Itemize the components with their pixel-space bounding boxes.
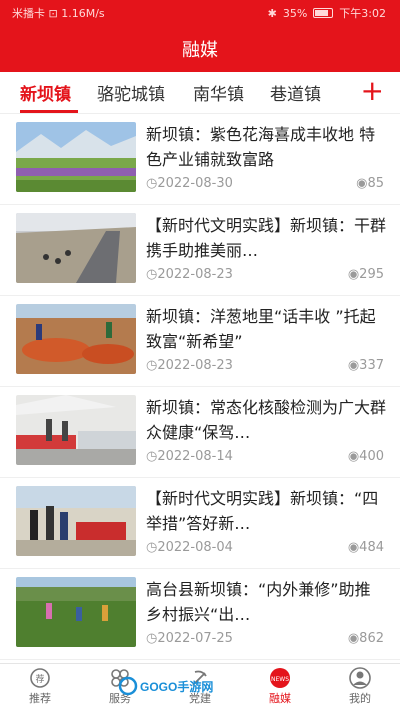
article-date: 2022-08-30: [157, 176, 233, 191]
tab-xinbazhen[interactable]: 新坝镇: [20, 80, 71, 105]
carrier-network: 米播卡 ⊡ 1.16M/s: [12, 7, 105, 20]
svg-text:NEWS: NEWS: [271, 676, 289, 683]
article-views: 295: [359, 267, 384, 282]
clock-icon: ◷: [146, 176, 158, 191]
article-item[interactable]: 【新时代文明实践】新坝镇：干群携手助推美丽… ◷2022-08-23 ◉295: [0, 205, 400, 296]
article-date: 2022-08-04: [157, 540, 233, 555]
article-date: 2022-08-14: [157, 449, 233, 464]
article-views: 400: [359, 449, 384, 464]
article-views: 337: [359, 358, 384, 373]
profile-icon: [349, 667, 371, 689]
article-date: 2022-07-25: [157, 631, 233, 646]
article-item[interactable]: 新坝镇：紫色花海喜成丰收地 特色产业铺就致富路 ◷2022-08-30 ◉85: [0, 114, 400, 205]
recommend-icon: 荐: [30, 668, 50, 688]
article-date: 2022-08-23: [157, 267, 233, 282]
article-thumbnail: [16, 304, 136, 374]
article-date: 2022-08-23: [157, 358, 233, 373]
article-thumbnail: [16, 577, 136, 647]
clock-icon: ◷: [146, 358, 158, 373]
page-title: 融媒: [182, 40, 218, 61]
article-views: 85: [367, 176, 384, 191]
active-tab-indicator: [20, 110, 78, 113]
nav-label: 推荐: [29, 692, 51, 705]
eye-icon: ◉: [347, 267, 360, 282]
article-thumbnail: [16, 213, 136, 283]
article-thumbnail: [16, 122, 136, 192]
clock: 下午3:02: [339, 7, 386, 20]
article-item[interactable]: 【新时代文明实践】新坝镇：“四举措”答好新… ◷2022-08-04 ◉484: [0, 478, 400, 569]
eye-icon: ◉: [347, 449, 360, 464]
eye-icon: ◉: [356, 176, 368, 191]
clock-icon: ◷: [146, 540, 158, 555]
nav-recommend[interactable]: 荐 推荐: [5, 666, 75, 706]
bluetooth-icon: ✱: [267, 6, 277, 20]
app-header: 米播卡 ⊡ 1.16M/s ✱ 35% 下午3:02 融媒: [0, 0, 400, 72]
eye-icon: ◉: [347, 540, 360, 555]
eye-icon: ◉: [347, 631, 360, 646]
nav-profile[interactable]: 我的: [325, 666, 395, 706]
status-bar: 米播卡 ⊡ 1.16M/s ✱ 35% 下午3:02: [0, 0, 400, 24]
nav-label: 融媒: [269, 692, 291, 705]
article-title: 【新时代文明实践】新坝镇：干群携手助推美丽…: [146, 216, 386, 260]
nav-label: 我的: [349, 692, 371, 705]
eye-icon: ◉: [347, 358, 360, 373]
clock-icon: ◷: [146, 267, 158, 282]
article-item[interactable]: 高台县新坝镇：“内外兼修”助推乡村振兴“出… ◷2022-07-25 ◉862: [0, 569, 400, 660]
article-item[interactable]: 新坝镇：洋葱地里“话丰收 ”托起致富“新希望” ◷2022-08-23 ◉337: [0, 296, 400, 387]
watermark-logo: GOGO手游网: [118, 671, 218, 701]
article-title: 新坝镇：洋葱地里“话丰收 ”托起致富“新希望”: [146, 307, 376, 351]
tab-luotuochengzhen[interactable]: 骆驼城镇: [97, 80, 165, 105]
article-title: 【新时代文明实践】新坝镇：“四举措”答好新…: [146, 489, 379, 533]
news-globe-icon: NEWS: [270, 668, 290, 688]
article-views: 862: [359, 631, 384, 646]
article-views: 484: [359, 540, 384, 555]
tab-nanhuazhen[interactable]: 南华镇: [193, 80, 244, 105]
battery-level: 35%: [282, 6, 308, 20]
clock-icon: ◷: [146, 631, 158, 646]
add-channel-icon[interactable]: +: [361, 74, 384, 108]
watermark-text: GOGO手游网: [140, 679, 213, 694]
svg-text:荐: 荐: [35, 674, 44, 685]
nav-media[interactable]: NEWS 融媒: [245, 666, 315, 706]
tab-xiangdaozhen[interactable]: 巷道镇: [270, 80, 321, 105]
article-thumbnail: [16, 486, 136, 556]
article-thumbnail: [16, 395, 136, 465]
article-title: 新坝镇：常态化核酸检测为广大群众健康“保驾…: [146, 398, 386, 442]
article-title: 高台县新坝镇：“内外兼修”助推乡村振兴“出…: [146, 580, 371, 624]
battery-icon: [313, 8, 334, 18]
channel-tabs: 新坝镇 骆驼城镇 南华镇 巷道镇 +: [0, 72, 400, 114]
article-title: 新坝镇：紫色花海喜成丰收地 特色产业铺就致富路: [146, 125, 376, 169]
clock-icon: ◷: [146, 449, 158, 464]
article-item[interactable]: 新坝镇：常态化核酸检测为广大群众健康“保驾… ◷2022-08-14 ◉400: [0, 387, 400, 478]
